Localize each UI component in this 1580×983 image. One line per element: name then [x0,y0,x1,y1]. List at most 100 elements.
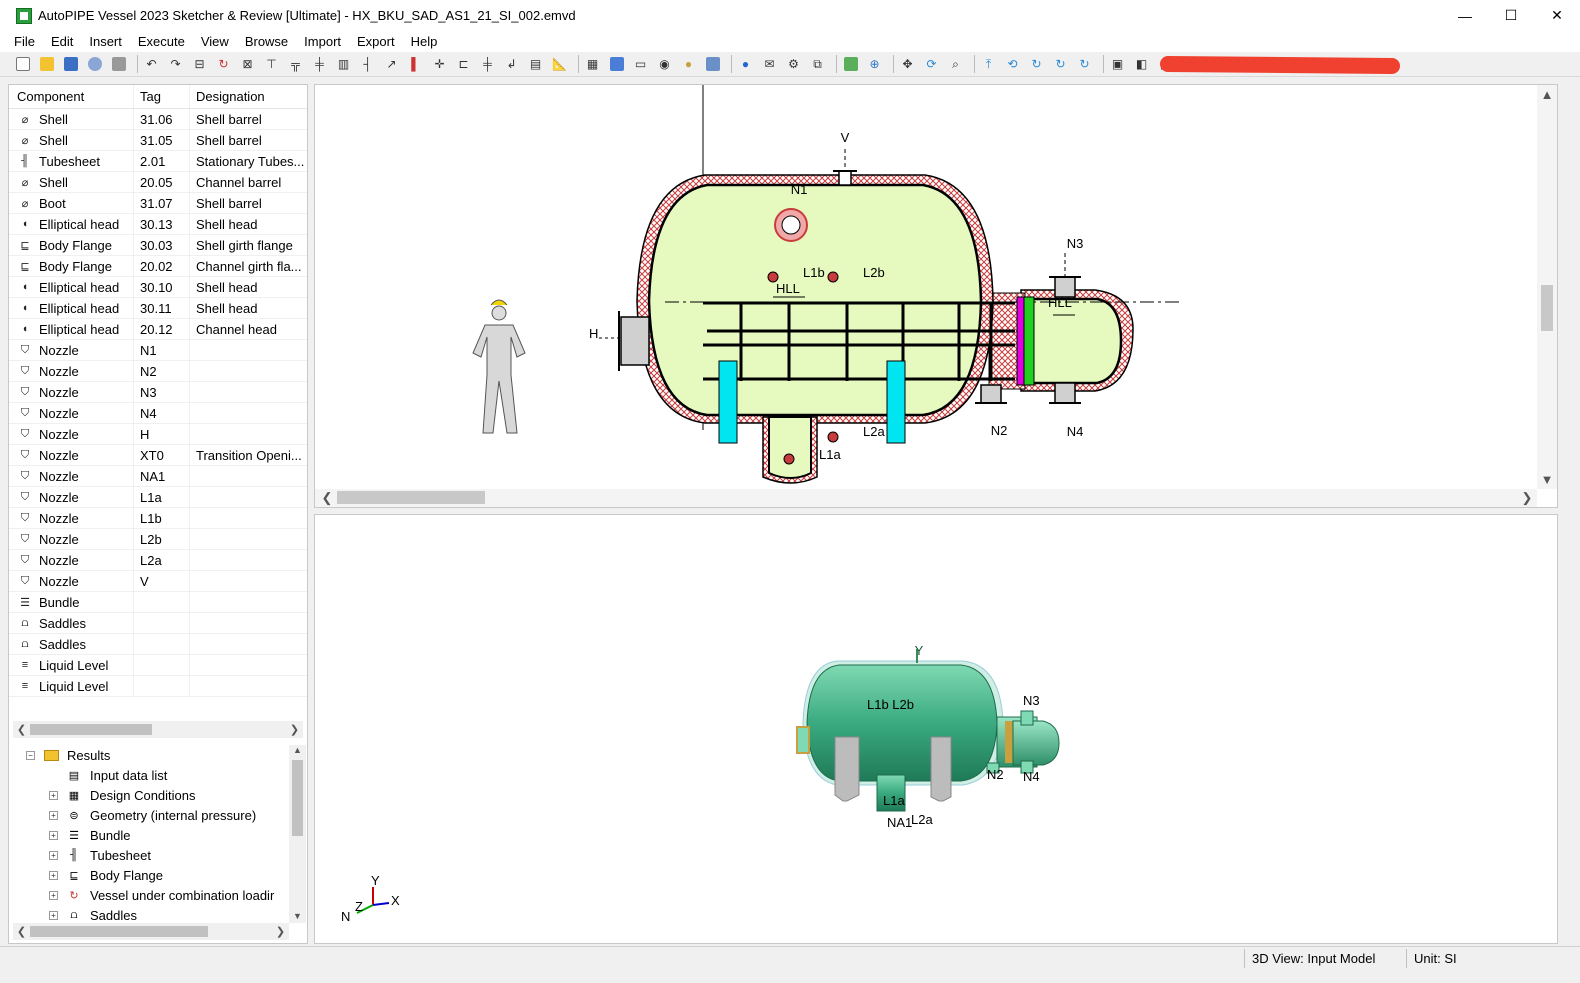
liquid-level-tool-icon[interactable]: ⊤ [262,55,281,74]
database-icon[interactable] [703,55,722,74]
calculator-icon[interactable]: ▦ [583,55,602,74]
table-row[interactable]: ⌀ Shell 31.06 Shell barrel [9,109,307,130]
arrow-tool-icon[interactable]: ↗ [382,55,401,74]
bracket-tool-icon[interactable]: ⊏ [454,55,473,74]
table-row[interactable]: ⛉ Nozzle L1b [9,508,307,529]
column-header-tag[interactable]: Tag [134,85,190,108]
column-header-component[interactable]: Component [9,85,134,108]
tree-item[interactable]: + ╢ Tubesheet [49,845,151,865]
expand-icon[interactable]: + [49,810,58,820]
report-icon[interactable] [607,55,626,74]
view-iso-icon[interactable]: ⤒ [979,55,998,74]
nozzle-tool-icon[interactable]: ┤ [358,55,377,74]
table-row[interactable]: ⩍ Saddles [9,613,307,634]
table-row[interactable]: ⌀ Shell 31.05 Shell barrel [9,130,307,151]
collapse-icon[interactable]: − [26,750,35,760]
sheet-icon[interactable]: ▭ [631,55,650,74]
sketch-view[interactable]: V N1 L1b L2b HLL L2a L1a N3 HLL N4 N2 H … [314,84,1558,508]
menu-execute[interactable]: Execute [130,34,193,49]
table-row[interactable]: ⛉ Nozzle NA1 [9,466,307,487]
support-tool-icon[interactable]: ╦ [286,55,305,74]
pan-icon[interactable]: ✥ [898,55,917,74]
lifting-tool-icon[interactable]: ↲ [502,55,521,74]
tree-item[interactable]: + ☰ Bundle [49,825,130,845]
window-left-icon[interactable]: ◧ [1132,55,1151,74]
table-row[interactable]: ⛉ Nozzle L2b [9,529,307,550]
menu-file[interactable]: File [6,34,43,49]
table-row[interactable]: ⛉ Nozzle XT0 Transition Openi... [9,445,307,466]
table-row[interactable]: ◖ Elliptical head 20.12 Channel head [9,319,307,340]
tree-root-results[interactable]: − Results [26,745,110,765]
scroll-up-arrow-icon[interactable]: ▲ [289,745,306,760]
redo-icon[interactable]: ↷ [166,55,185,74]
table-row[interactable]: ⊑ Body Flange 30.03 Shell girth flange [9,235,307,256]
scroll-left-arrow-icon[interactable]: ❮ [13,723,30,736]
menu-import[interactable]: Import [296,34,349,49]
tree-item[interactable]: + ⊑ Body Flange [49,865,163,885]
expand-icon[interactable]: + [49,830,58,840]
table-row[interactable]: ⩍ Saddles [9,634,307,655]
table-row[interactable]: ╢ Tubesheet 2.01 Stationary Tubes... [9,151,307,172]
maximize-button[interactable]: ☐ [1488,0,1534,31]
scroll-left-arrow-icon[interactable]: ❮ [13,925,30,938]
scroll-right-arrow-icon[interactable]: ❯ [286,723,303,736]
crosshair-tool-icon[interactable]: ✛ [430,55,449,74]
tree-item[interactable]: + ▦ Design Conditions [49,785,196,805]
minimize-button[interactable]: — [1442,0,1488,31]
window-tile-icon[interactable]: ▣ [1108,55,1127,74]
rotate-y-icon[interactable]: ↻ [1051,55,1070,74]
expand-icon[interactable]: + [49,790,58,800]
layers-icon[interactable]: ⧉ [808,55,827,74]
menu-export[interactable]: Export [349,34,403,49]
scroll-down-arrow-icon[interactable]: ▼ [289,911,306,921]
rotate-x-icon[interactable]: ↻ [1027,55,1046,74]
table-row[interactable]: ◖ Elliptical head 30.11 Shell head [9,298,307,319]
table-row[interactable]: ⊑ Body Flange 20.02 Channel girth fla... [9,256,307,277]
model-3d-canvas[interactable]: Y L1b L2b N3 N2 N4 L1a NA1 L2a Y Z X N [315,515,1557,943]
table-row[interactable]: ≡ Liquid Level [9,676,307,697]
help-icon[interactable]: ● [736,55,755,74]
tree-item[interactable]: + ↻ Vessel under combination loadir [49,885,274,905]
table-row[interactable]: ◖ Elliptical head 30.13 Shell head [9,214,307,235]
table-horizontal-scrollbar[interactable]: ❮ ❯ [13,721,303,738]
load-case-icon[interactable]: ↻ [214,55,233,74]
expand-icon[interactable]: + [49,910,58,920]
scrollbar-thumb[interactable] [292,760,303,836]
scrollbar-thumb[interactable] [30,724,152,735]
close-button[interactable]: ✕ [1534,0,1580,31]
column-header-designation[interactable]: Designation [190,85,307,108]
model-3d-view[interactable]: Y L1b L2b N3 N2 N4 L1a NA1 L2a Y Z X N [314,514,1558,944]
tree-vertical-scrollbar[interactable]: ▲ ▼ [289,745,306,923]
scroll-right-arrow-icon[interactable]: ❯ [272,925,289,938]
menu-edit[interactable]: Edit [43,34,81,49]
table-row[interactable]: ⛉ Nozzle N3 [9,382,307,403]
print-icon[interactable] [109,55,128,74]
undo-icon[interactable]: ↶ [142,55,161,74]
table-row[interactable]: ☰ Bundle [9,592,307,613]
sketch-vertical-scrollbar[interactable]: ▲ ▼ [1537,85,1557,489]
mail-icon[interactable]: ✉ [760,55,779,74]
tube-tool-icon[interactable]: ╪ [310,55,329,74]
expand-icon[interactable]: + [49,850,58,860]
menu-insert[interactable]: Insert [81,34,130,49]
rotate-z-icon[interactable]: ↻ [1075,55,1094,74]
table-row[interactable]: ⌀ Shell 20.05 Channel barrel [9,172,307,193]
open-folder-icon[interactable] [37,55,56,74]
print-preview-icon[interactable] [85,55,104,74]
sketch-canvas[interactable]: V N1 L1b L2b HLL L2a L1a N3 HLL N4 N2 H … [315,85,1557,507]
table-row[interactable]: ◖ Elliptical head 30.10 Shell head [9,277,307,298]
table-row[interactable]: ⛉ Nozzle L1a [9,487,307,508]
zoom-icon[interactable]: ⌕ [946,55,965,74]
scrollbar-thumb[interactable] [1541,285,1553,331]
tree-item[interactable]: + ⩍ Saddles [49,905,137,923]
list-tool-icon[interactable]: ▤ [526,55,545,74]
expand-icon[interactable]: + [49,890,58,900]
table-row[interactable]: ⛉ Nozzle L2a [9,550,307,571]
ladder-tool-icon[interactable]: ╪ [478,55,497,74]
new-file-icon[interactable] [13,55,32,74]
menu-browse[interactable]: Browse [237,34,296,49]
scrollbar-thumb[interactable] [30,926,208,937]
sketch-horizontal-scrollbar[interactable]: ❮ ❯ [315,489,1537,507]
scrollbar-thumb[interactable] [337,491,485,504]
eye-icon[interactable]: ◉ [655,55,674,74]
